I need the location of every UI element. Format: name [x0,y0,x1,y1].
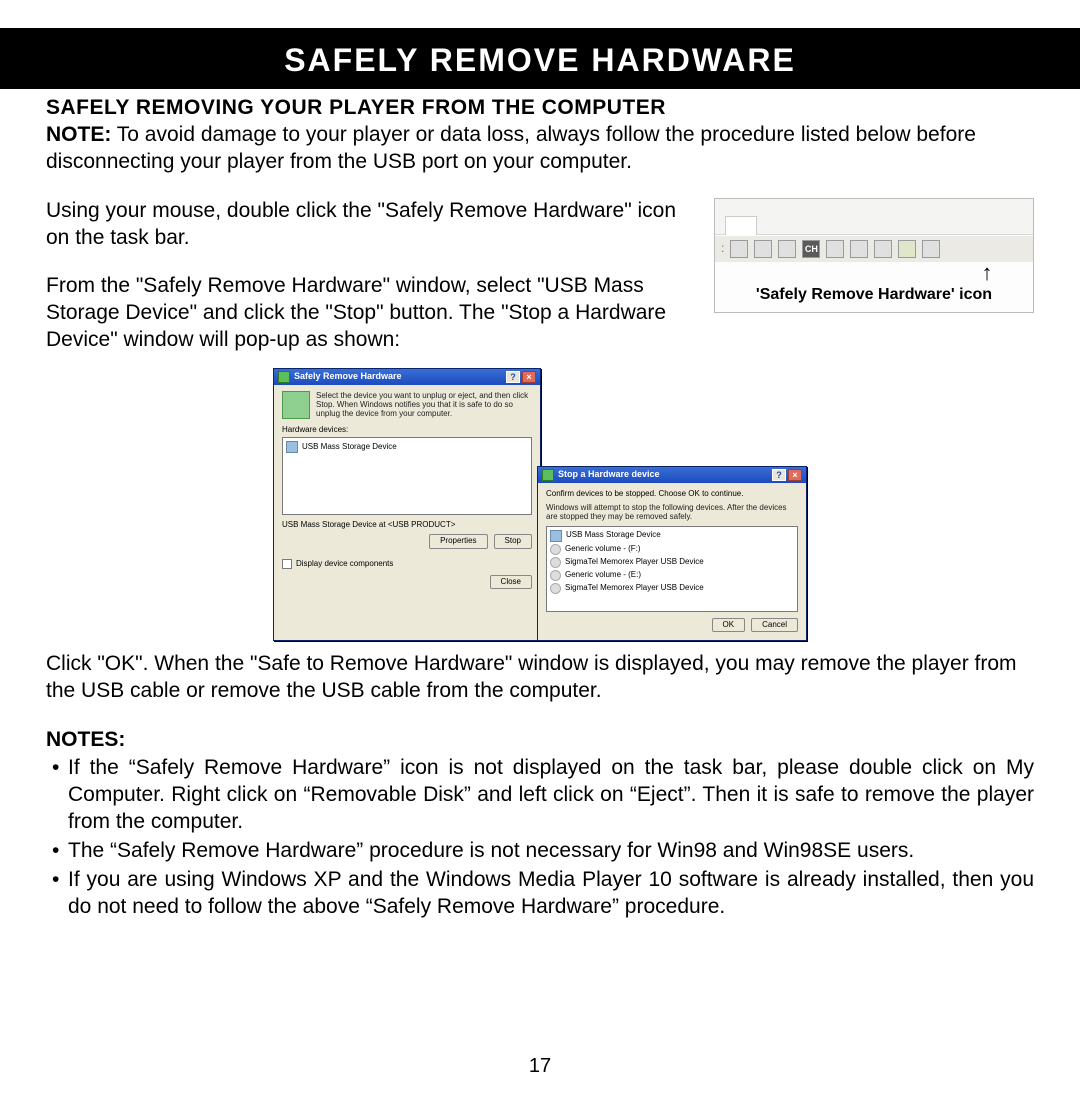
list-item[interactable]: SigmaTel Memorex Player USB Device [565,583,704,593]
properties-button[interactable]: Properties [429,534,487,548]
pointer-arrow-icon: ↑ [941,264,1033,282]
list-item[interactable]: Generic volume - (F:) [565,544,641,554]
dialog-title-text: Stop a Hardware device [558,469,770,481]
note-paragraph: NOTE: To avoid damage to your player or … [46,122,1034,176]
note-item: If the “Safely Remove Hardware” icon is … [46,755,1034,836]
paragraph-3: Click "OK". When the "Safe to Remove Har… [46,651,1034,705]
device-icon [550,530,562,542]
list-item[interactable]: SigmaTel Memorex Player USB Device [565,557,704,567]
stop-hardware-device-dialog: Stop a Hardware device ? × Confirm devic… [537,466,807,641]
tray-generic-icon [922,240,940,258]
volume-icon [550,583,561,594]
tray-generic-icon [874,240,892,258]
tray-generic-icon [850,240,868,258]
dialog-description: Select the device you want to unplug or … [316,391,532,419]
tray-generic-icon [730,240,748,258]
device-item[interactable]: USB Mass Storage Device [302,442,397,452]
tray-generic-icon [826,240,844,258]
hardware-device-list[interactable]: USB Mass Storage Device [282,437,532,515]
note-label: NOTE: [46,123,111,146]
paragraph-2: From the "Safely Remove Hardware" window… [46,273,696,354]
hardware-devices-label: Hardware devices: [282,425,532,435]
volume-icon [550,557,561,568]
dialog-icon [278,371,290,383]
page-number: 17 [0,1055,1080,1078]
notes-heading: NOTES: [46,727,1034,754]
page-content: SAFELY REMOVING YOUR PLAYER FROM THE COM… [0,95,1080,921]
display-components-label: Display device components [296,559,393,569]
page-banner: SAFELY REMOVE HARDWARE [0,28,1080,89]
eject-icon [282,391,310,419]
notes-list: If the “Safely Remove Hardware” icon is … [46,755,1034,920]
volume-icon [550,570,561,581]
list-item[interactable]: USB Mass Storage Device [566,530,661,540]
paragraph-1: Using your mouse, double click the "Safe… [46,198,696,252]
safely-remove-hardware-dialog: Safely Remove Hardware ? × Select the de… [273,368,541,641]
stop-device-list[interactable]: USB Mass Storage Device Generic volume -… [546,526,798,612]
help-button[interactable]: ? [772,469,786,481]
tray-ch-icon: CH [802,240,820,258]
dialog-titlebar[interactable]: Stop a Hardware device ? × [538,467,806,483]
dialog-icon [542,469,554,481]
description-text: Windows will attempt to stop the followi… [546,503,798,521]
note-text: To avoid damage to your player or data l… [46,123,976,173]
device-at-label: USB Mass Storage Device at <USB PRODUCT> [282,520,532,530]
list-item[interactable]: Generic volume - (E:) [565,570,641,580]
close-button[interactable]: × [522,371,536,383]
tray-generic-icon [754,240,772,258]
tray-generic-icon [778,240,796,258]
ok-button[interactable]: OK [712,618,746,632]
systray-figure: : CH ↑ 'Safely Remove Hardware' icon [714,198,1034,313]
dialog-titlebar[interactable]: Safely Remove Hardware ? × [274,369,540,385]
close-button[interactable]: × [788,469,802,481]
help-button[interactable]: ? [506,371,520,383]
safely-remove-hardware-icon[interactable] [898,240,916,258]
dialog-title-text: Safely Remove Hardware [294,371,504,383]
section-subhead: SAFELY REMOVING YOUR PLAYER FROM THE COM… [46,95,1034,122]
volume-icon [550,544,561,555]
display-components-checkbox[interactable] [282,559,292,569]
close-dialog-button[interactable]: Close [490,575,532,589]
cancel-button[interactable]: Cancel [751,618,798,632]
note-item: The “Safely Remove Hardware” procedure i… [46,838,1034,865]
systray-caption: 'Safely Remove Hardware' icon [715,281,1033,311]
confirm-text: Confirm devices to be stopped. Choose OK… [546,489,798,499]
stop-button[interactable]: Stop [494,534,532,548]
device-icon [286,441,298,453]
note-item: If you are using Windows XP and the Wind… [46,867,1034,921]
